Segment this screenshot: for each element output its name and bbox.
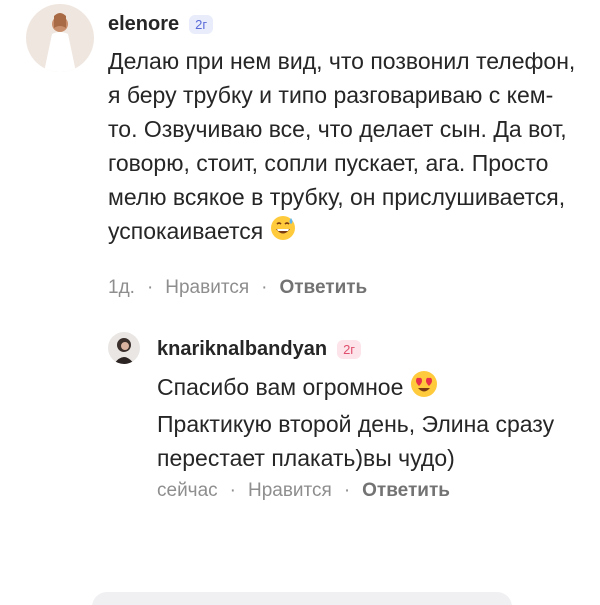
heart-eyes-emoji	[410, 370, 438, 407]
comment-text: Спасибо вам огромное	[157, 374, 404, 400]
like-button[interactable]: Нравится	[165, 277, 249, 299]
badge: 2г	[189, 15, 214, 34]
comment-meta: сейчас · Нравится · Ответить	[157, 480, 450, 502]
like-button[interactable]: Нравится	[248, 480, 332, 502]
avatar-elenore[interactable]	[26, 4, 94, 72]
separator: ·	[146, 277, 154, 298]
comment-meta: 1д. · Нравится · Ответить	[108, 277, 367, 299]
grinning-sweat-emoji	[270, 215, 296, 250]
separator: ·	[229, 480, 236, 501]
comment-text: Делаю при нем вид, что позвонил телефон,…	[108, 48, 576, 244]
comment-body: Делаю при нем вид, что позвонил телефон,…	[108, 44, 578, 250]
username-text[interactable]: knariknalbandyan	[157, 338, 327, 361]
comment-time: сейчас	[157, 480, 218, 501]
reply-button[interactable]: Ответить	[362, 480, 450, 502]
comment-username[interactable]: elenore 2г	[108, 13, 214, 36]
username-text[interactable]: elenore	[108, 13, 179, 36]
comment-text: Практикую второй день, Элина сразу перес…	[157, 411, 555, 472]
avatar-knariknalbandyan[interactable]	[108, 332, 140, 364]
comment-time: 1д.	[108, 277, 135, 298]
comment-input-bar[interactable]	[92, 592, 512, 605]
separator: ·	[343, 480, 351, 501]
avatar-photo	[26, 4, 94, 72]
separator: ·	[261, 277, 268, 298]
badge: 2г	[337, 340, 362, 359]
reply-button[interactable]: Ответить	[279, 277, 367, 299]
comment-body: Спасибо вам огромное Практикую второй де…	[157, 370, 567, 475]
comment-username[interactable]: knariknalbandyan 2г	[157, 338, 362, 361]
avatar-photo	[108, 332, 140, 364]
